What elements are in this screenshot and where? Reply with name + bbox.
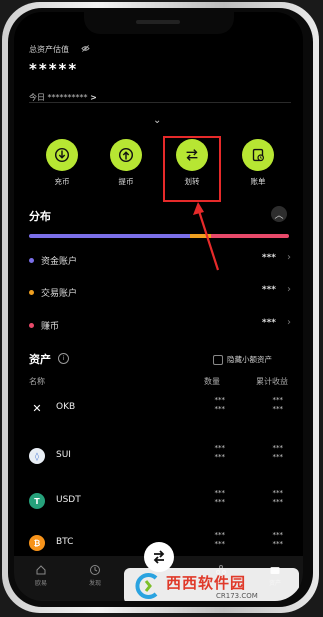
- nav-discover[interactable]: 发现: [80, 564, 110, 587]
- account-value: ***: [261, 318, 276, 328]
- info-icon[interactable]: i: [58, 353, 69, 364]
- nav-discover-label: 发现: [88, 580, 101, 587]
- hide-small-assets-toggle[interactable]: 隐藏小额资产: [213, 354, 272, 365]
- deposit-label: 充币: [54, 177, 70, 186]
- account-row-funding[interactable]: 资金账户 *** ›: [29, 252, 291, 270]
- deposit-button[interactable]: 充币: [46, 139, 82, 187]
- nav-home[interactable]: 欧易: [26, 564, 56, 587]
- legend-dot: [29, 258, 34, 263]
- distribution-segment: [29, 234, 191, 238]
- swap-icon: [153, 550, 165, 564]
- watermark: 西西软件园 CR173.COM: [124, 568, 299, 601]
- bill-button[interactable]: 账单: [242, 139, 278, 187]
- okb-icon: ✕: [29, 400, 45, 416]
- distribution-bar: [29, 234, 289, 238]
- asset-name: OKB: [56, 402, 76, 412]
- chevron-right-icon: ›: [287, 284, 291, 295]
- asset-quantity: *** ***: [214, 531, 226, 548]
- watermark-subtext: CR173.COM: [216, 592, 258, 600]
- withdraw-icon: [110, 139, 142, 171]
- nav-home-label: 欧易: [34, 580, 47, 587]
- usdt-icon: T: [29, 493, 45, 509]
- distribution-segment: [211, 234, 289, 238]
- account-label: 交易账户: [41, 289, 78, 299]
- asset-quantity: *** ***: [214, 489, 226, 506]
- bill-icon: [242, 139, 274, 171]
- assets-title: 资产: [29, 353, 51, 366]
- bill-label: 账单: [250, 177, 266, 186]
- asset-name: USDT: [56, 495, 81, 505]
- checkbox[interactable]: [213, 354, 223, 365]
- asset-quantity: *** ***: [214, 396, 226, 413]
- btc-icon: ₿: [29, 535, 45, 551]
- speaker: [136, 20, 180, 24]
- column-quantity: 数量: [204, 377, 220, 386]
- chevron-right-icon: ›: [287, 317, 291, 328]
- hide-small-assets-label: 隐藏小额资产: [227, 355, 272, 364]
- asset-pnl: *** ***: [272, 444, 284, 461]
- distribution-title: 分布: [29, 210, 51, 223]
- distribution-segment: [190, 234, 211, 238]
- chevron-right-icon: >: [90, 93, 97, 102]
- asset-pnl: *** ***: [272, 396, 284, 413]
- watermark-text: 西西软件园: [166, 574, 247, 592]
- asset-pnl: *** ***: [272, 489, 284, 506]
- account-row-earn[interactable]: 赚币 *** ›: [29, 317, 291, 335]
- today-label: 今日: [29, 93, 45, 102]
- asset-row-okb[interactable]: ✕ OKB *** *** *** ***: [29, 396, 291, 420]
- account-row-trading[interactable]: 交易账户 *** ›: [29, 284, 291, 302]
- today-value: **********: [47, 93, 88, 102]
- legend-dot: [29, 323, 34, 328]
- withdraw-button[interactable]: 提币: [110, 139, 146, 187]
- column-pnl: 累计收益: [256, 377, 288, 386]
- account-value: ***: [261, 285, 276, 295]
- deposit-icon: [46, 139, 78, 171]
- chevron-down-icon[interactable]: ⌄: [153, 115, 161, 126]
- column-name: 名称: [29, 377, 45, 386]
- watermark-logo-icon: [135, 573, 158, 599]
- asset-row-sui[interactable]: ◊ SUI *** *** *** ***: [29, 444, 291, 468]
- asset-row-usdt[interactable]: T USDT *** *** *** ***: [29, 489, 291, 513]
- app-screen: 总资产估值 ***** 今日 ********** > ⌄ 充币 提币 划转 账…: [14, 12, 303, 601]
- asset-name: BTC: [56, 537, 74, 547]
- asset-pnl: *** ***: [272, 531, 284, 548]
- legend-dot: [29, 290, 34, 295]
- account-value: ***: [261, 253, 276, 263]
- collapse-icon[interactable]: ︿: [271, 206, 287, 222]
- asset-name: SUI: [56, 450, 71, 460]
- account-label: 赚币: [41, 322, 60, 332]
- withdraw-label: 提币: [118, 177, 134, 186]
- discover-icon: [90, 565, 100, 575]
- home-icon: [36, 565, 46, 575]
- highlight-box: [163, 136, 221, 202]
- notch: [84, 12, 234, 34]
- total-assets-label: 总资产估值: [29, 45, 69, 54]
- total-assets-value: *****: [29, 60, 79, 78]
- account-label: 资金账户: [41, 257, 78, 267]
- sui-icon: ◊: [29, 448, 45, 464]
- asset-quantity: *** ***: [214, 444, 226, 461]
- chevron-right-icon: ›: [287, 252, 291, 263]
- hide-eye-icon[interactable]: [81, 44, 90, 53]
- divider: [29, 102, 291, 103]
